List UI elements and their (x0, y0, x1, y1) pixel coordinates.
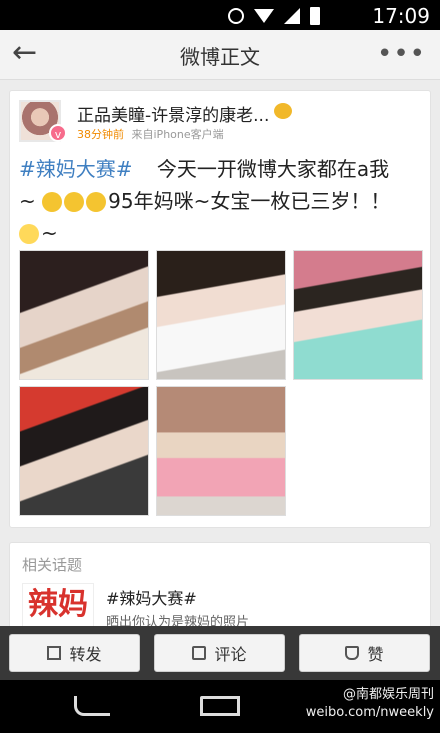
post-text-2: 95年妈咪~女宝一枚已三岁！！ (108, 189, 391, 213)
topic-thumbnail-text: 辣妈 (28, 587, 88, 622)
post-photo-5[interactable] (156, 386, 286, 516)
post-photo-4[interactable] (19, 386, 149, 516)
wifi-icon (254, 9, 274, 23)
battery-icon (310, 7, 320, 25)
watermark: @南都娱乐周刊 weibo.com/nweekly (306, 686, 434, 722)
post-text-3: ~ (41, 221, 58, 245)
more-options-icon[interactable]: ••• (377, 39, 426, 69)
comment-button[interactable]: 评论 (154, 634, 285, 672)
post-photo-2[interactable] (156, 250, 286, 380)
crown-icon (274, 103, 292, 119)
watermark-line-2: weibo.com/nweekly (305, 705, 434, 720)
alarm-icon (228, 8, 244, 24)
signal-icon (284, 8, 300, 24)
page-title: 微博正文 (180, 45, 260, 69)
angel-emoji-icon (19, 224, 39, 244)
wink-emoji-icon (42, 192, 63, 212)
post-photo-1[interactable] (19, 250, 149, 380)
related-topic-header: 相关话题 (22, 556, 83, 574)
related-topic-card[interactable]: 相关话题 辣妈 #辣妈大赛# 晒出你认为是辣妈的照片 (9, 542, 431, 632)
repost-icon (47, 646, 62, 660)
like-label: 赞 (367, 645, 384, 664)
status-time: 17:09 (372, 4, 430, 28)
post-content: #辣妈大赛# 今天一开微博大家都在a我~ 95年妈咪~女宝一枚已三岁！！~ (19, 153, 399, 249)
wink-emoji-icon (64, 192, 85, 212)
comment-icon (192, 646, 207, 660)
like-button[interactable]: 赞 (299, 634, 430, 672)
action-bar: 转发 评论 赞 (0, 626, 440, 680)
post-card: v 正品美瞳-许景淳的康老... 38分钟前 来自iPhone客户端 #辣妈大赛… (9, 90, 431, 528)
verified-badge-icon: v (49, 124, 67, 142)
system-home-icon[interactable] (200, 696, 240, 716)
post-time: 38分钟前 (77, 128, 124, 141)
repost-button[interactable]: 转发 (9, 634, 140, 672)
hashtag-link[interactable]: #辣妈大赛# (19, 157, 133, 181)
status-icons (228, 7, 320, 25)
post-source: 来自iPhone客户端 (131, 128, 224, 141)
post-meta: 38分钟前 来自iPhone客户端 (77, 126, 224, 142)
system-back-icon[interactable] (74, 696, 110, 716)
watermark-line-1: @南都娱乐周刊 (342, 687, 434, 702)
topic-title[interactable]: #辣妈大赛# (106, 585, 197, 609)
system-nav-bar: @南都娱乐周刊 weibo.com/nweekly (0, 680, 440, 733)
username[interactable]: 正品美瞳-许景淳的康老... (77, 101, 269, 126)
title-bar: ← 微博正文 ••• (0, 30, 440, 80)
wink-emoji-icon (86, 192, 107, 212)
post-photo-3[interactable] (293, 250, 423, 380)
topic-thumbnail: 辣妈 (22, 583, 94, 631)
thumbs-up-icon (345, 646, 360, 660)
status-bar: 17:09 (0, 0, 440, 30)
comment-label: 评论 (214, 645, 247, 664)
repost-label: 转发 (69, 645, 102, 664)
